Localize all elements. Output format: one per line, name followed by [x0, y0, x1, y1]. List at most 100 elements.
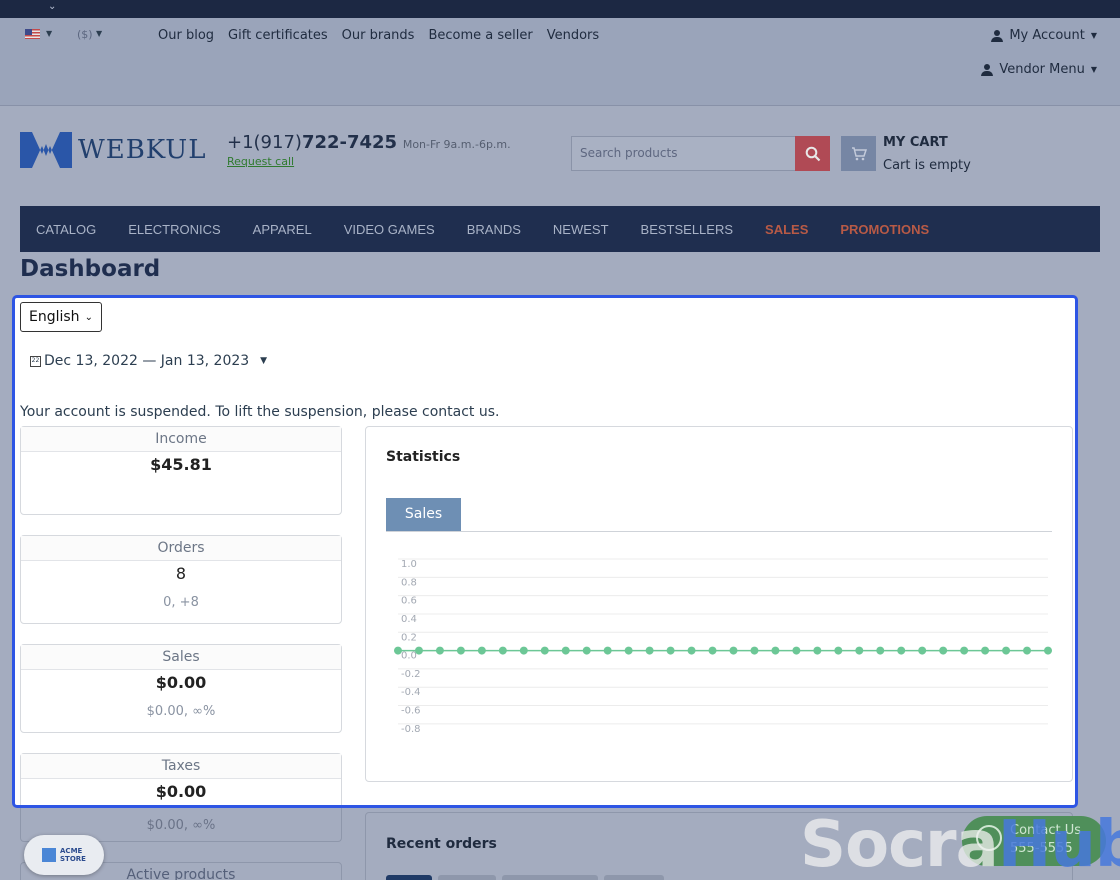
sales-line-chart: 1.0 0.8 0.6 0.4 0.2 0.0 -0.2 -0.4 -0.6 -0.8 [394, 558, 1052, 735]
link-become-seller[interactable]: Become a seller [428, 28, 532, 43]
data-point [498, 646, 507, 655]
date-range-picker[interactable]: 22 Dec 13, 2022 — Jan 13, 2023 ▼ [30, 353, 267, 369]
data-point [414, 646, 423, 655]
date-range-label: Dec 13, 2022 — Jan 13, 2023 [44, 353, 250, 369]
phone-number: +1(917)722-7425 Mon-Fr 9a.m.-6p.m. [227, 132, 511, 153]
tab-divider [386, 531, 1052, 532]
currency-caret-icon[interactable]: ▼ [96, 29, 102, 38]
logo[interactable]: WEBKUL [20, 132, 206, 168]
y-tick-label: -0.8 [401, 724, 421, 735]
data-point [981, 646, 990, 655]
user-icon [981, 63, 994, 76]
cart-button[interactable] [841, 136, 876, 171]
search-input[interactable]: Search products [571, 136, 796, 171]
card-title: Sales [21, 645, 341, 670]
currency-selector[interactable]: ($) [77, 28, 93, 41]
acme-store-badge[interactable]: ACME STORE [24, 835, 104, 875]
data-point [561, 646, 570, 655]
data-point [1044, 646, 1052, 655]
main-nav: CATALOG ELECTRONICS APPAREL VIDEO GAMES … [20, 206, 1100, 252]
search-icon [805, 146, 820, 161]
request-call-link[interactable]: Request call [227, 155, 294, 168]
nav-video-games[interactable]: VIDEO GAMES [344, 222, 435, 237]
data-point [645, 646, 654, 655]
chevron-down-icon[interactable]: ⌄ [48, 1, 56, 12]
nav-brands[interactable]: BRANDS [467, 222, 521, 237]
calendar-icon: 22 [30, 355, 41, 367]
tab-sales[interactable]: Sales [386, 498, 461, 531]
webkul-logo-icon [20, 132, 72, 168]
recent-tab[interactable] [502, 875, 598, 880]
language-caret-icon[interactable]: ▼ [46, 29, 52, 38]
link-gift-certificates[interactable]: Gift certificates [228, 28, 328, 43]
my-account-menu[interactable]: My Account ▼ [991, 28, 1097, 43]
card-value: $0.00 [155, 673, 207, 692]
data-point [897, 646, 906, 655]
link-our-brands[interactable]: Our brands [342, 28, 415, 43]
top-links: Our blog Gift certificates Our brands Be… [158, 28, 599, 43]
chevron-down-icon: ▼ [1090, 65, 1097, 74]
y-tick-label: -0.6 [401, 706, 421, 717]
nav-newest[interactable]: NEWEST [553, 222, 609, 237]
data-point [960, 646, 969, 655]
cart-icon [851, 146, 867, 160]
cart-title[interactable]: MY CART [883, 135, 948, 150]
link-vendors[interactable]: Vendors [547, 28, 599, 43]
dashboard-panel: English ⌄ 22 Dec 13, 2022 — Jan 13, 2023… [12, 295, 1078, 808]
acme-logo-icon [42, 848, 57, 862]
nav-sales[interactable]: SALES [765, 222, 808, 237]
y-tick-label: 0.8 [401, 577, 417, 588]
recent-tab[interactable] [604, 875, 664, 880]
recent-orders-title: Recent orders [386, 836, 497, 852]
vendor-menu[interactable]: Vendor Menu ▼ [981, 62, 1097, 77]
data-point [477, 646, 486, 655]
statistics-card: Statistics Sales 1.0 0.8 0.6 0.4 0.2 0.0 -0.2 -… [365, 426, 1073, 782]
orders-card: Orders 8 0, +8 [20, 535, 342, 624]
search-button[interactable] [795, 136, 830, 171]
data-point [687, 646, 696, 655]
logo-text: WEBKUL [78, 135, 207, 165]
y-tick-label: 0.4 [401, 614, 417, 625]
taxes-card: Taxes $0.00 [20, 753, 342, 805]
business-hours: Mon-Fr 9a.m.-6p.m. [402, 138, 511, 151]
user-icon [991, 29, 1004, 42]
data-point [771, 646, 780, 655]
chevron-down-icon: ▼ [1090, 31, 1097, 40]
us-flag-icon[interactable] [25, 29, 40, 39]
data-point [666, 646, 675, 655]
socrahub-watermark: SocraHub [800, 808, 1120, 880]
caret-down-icon: ▼ [260, 356, 268, 366]
data-point [435, 646, 444, 655]
nav-promotions[interactable]: PROMOTIONS [840, 222, 929, 237]
y-tick-label: 0.6 [401, 596, 417, 607]
data-point [729, 646, 738, 655]
y-tick-label: 0.0 [401, 651, 417, 662]
data-point [519, 646, 528, 655]
data-point [750, 646, 759, 655]
nav-electronics[interactable]: ELECTRONICS [128, 222, 220, 237]
data-point [1002, 646, 1011, 655]
data-point [792, 646, 801, 655]
data-point [708, 646, 717, 655]
recent-tab[interactable] [386, 875, 432, 880]
link-our-blog[interactable]: Our blog [158, 28, 214, 43]
data-point [540, 646, 549, 655]
data-point [603, 646, 612, 655]
nav-bestsellers[interactable]: BESTSELLERS [641, 222, 734, 237]
nav-apparel[interactable]: APPAREL [253, 222, 312, 237]
y-tick-label: 1.0 [401, 559, 417, 570]
data-point [394, 646, 402, 655]
card-subvalue: $0.00, ∞% [146, 704, 216, 719]
data-point [834, 646, 843, 655]
recent-tab[interactable] [438, 875, 496, 880]
top-strip: ⌄ [0, 0, 1120, 18]
card-value: $45.81 [150, 455, 212, 474]
data-point [876, 646, 885, 655]
y-tick-label: 0.2 [401, 632, 417, 643]
sales-card: Sales $0.00 $0.00, ∞% [20, 644, 342, 733]
my-account-label: My Account [1009, 28, 1085, 43]
card-title: Income [21, 427, 341, 452]
language-select[interactable]: English ⌄ [20, 302, 102, 332]
y-tick-label: -0.2 [401, 669, 421, 680]
nav-catalog[interactable]: CATALOG [36, 222, 96, 237]
